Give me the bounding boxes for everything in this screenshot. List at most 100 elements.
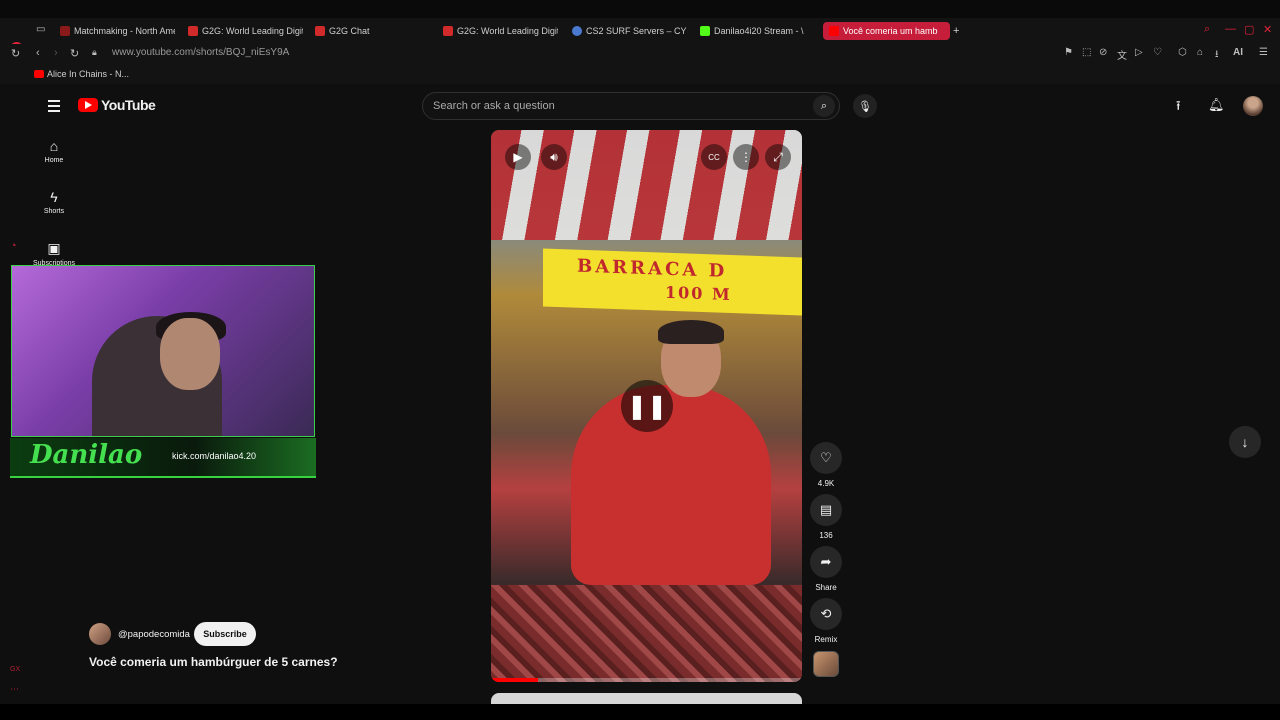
shorts-icon: ϟ (50, 189, 58, 205)
tab-4[interactable]: G2G: World Leading Digita (443, 22, 558, 40)
profile-icon[interactable]: ⌂ (1197, 47, 1203, 58)
channel-name[interactable]: @papodecomida (118, 629, 190, 640)
shorts-player[interactable]: BARRACA D 100 M ▶ 🔊︎ CC ⋮ ⤢ ❚❚ (491, 130, 802, 682)
url-field[interactable]: www.youtube.com/shorts/BQJ_niEsY9A (112, 47, 289, 58)
kick-icon (700, 26, 710, 36)
bookmark-item[interactable]: Alice In Chains - N... (34, 69, 129, 79)
share-label: Share (815, 583, 837, 592)
share-button[interactable]: ➦ (810, 546, 842, 578)
stream-banner: Danilao kick.com/danilao4.20 (10, 438, 316, 478)
tab-bar: ▭ Matchmaking - North Amer G2G: World Le… (0, 18, 1280, 55)
g2g-icon (443, 26, 453, 36)
minimize-icon[interactable]: — (1225, 23, 1236, 35)
remix-button[interactable]: ⟲ (810, 598, 842, 630)
youtube-icon (78, 98, 98, 112)
like-button[interactable]: ♡ (810, 442, 842, 474)
remix-icon: ⟲ (820, 606, 832, 621)
video-awning (491, 130, 802, 240)
captions-icon[interactable]: CC (701, 144, 727, 170)
progress-bar[interactable] (491, 678, 802, 682)
g2g-icon (315, 26, 325, 36)
workspaces-icon[interactable]: ▭ (36, 24, 45, 35)
subscriptions-icon: ▣ (47, 240, 61, 256)
channel-avatar[interactable] (89, 623, 111, 645)
bookmark-icon[interactable]: ⚑ (1064, 47, 1073, 58)
play-icon[interactable]: ▶ (505, 144, 531, 170)
like-count: 4.9K (817, 479, 835, 488)
window-bottom-strip (0, 704, 1280, 720)
play-icon[interactable]: ▷ (1135, 47, 1143, 58)
tab-3[interactable]: G2G Chat (315, 22, 430, 40)
avatar[interactable] (1243, 96, 1263, 116)
forward-icon[interactable]: › (54, 47, 58, 59)
more-options-icon[interactable]: ⋮ (733, 144, 759, 170)
snapshot-icon[interactable]: ⬚ (1082, 47, 1091, 58)
search-tabs-icon[interactable]: ⌕ (1204, 23, 1210, 36)
fullscreen-icon[interactable]: ⤢ (765, 144, 791, 170)
youtube-icon (829, 26, 839, 36)
new-tab-button[interactable]: + (953, 22, 959, 40)
webcam-overlay (11, 265, 315, 437)
tab-5[interactable]: CS2 SURF Servers – CYBE (572, 22, 687, 40)
kick-url: kick.com/danilao4.20 (172, 451, 257, 461)
cs2-icon (572, 26, 582, 36)
mic-icon[interactable]: 🎙︎ (853, 94, 877, 118)
like-icon: ♡ (820, 450, 832, 465)
gx-icon[interactable]: GX (10, 666, 20, 673)
download-icon[interactable]: ⭳ (1215, 47, 1219, 64)
heart-icon[interactable]: ♡ (1153, 47, 1162, 58)
sidebar-item-subscriptions[interactable]: ▣ Subscriptions (31, 240, 77, 267)
youtube-icon (34, 70, 44, 78)
more-icon[interactable]: ⋯ (10, 684, 19, 695)
tab-6[interactable]: Danilao4i20 Stream - \ (700, 22, 815, 40)
next-short-button[interactable]: ↓ (1229, 426, 1261, 458)
speed-dial-icon[interactable]: ◔ (10, 240, 17, 252)
sound-thumbnail[interactable] (813, 651, 839, 677)
translate-icon[interactable]: 文 (1117, 47, 1127, 62)
arrow-down-icon: ↓ (1241, 434, 1249, 450)
menu-icon[interactable] (48, 100, 60, 115)
ai-button[interactable]: AI (1233, 47, 1243, 58)
volume-icon[interactable]: 🔊︎ (541, 144, 567, 170)
lock-icon: 🔒︎ (92, 47, 97, 57)
streamer-head (160, 318, 220, 390)
video-sign: BARRACA D 100 M (543, 248, 802, 316)
search-input[interactable]: Search or ask a question (422, 92, 840, 120)
g2g-icon (188, 26, 198, 36)
scrollbar-rail[interactable] (1270, 84, 1280, 704)
sidebar-item-home[interactable]: ⌂ Home (40, 138, 68, 164)
back-icon[interactable]: ‹ (36, 47, 40, 59)
search-icon[interactable]: ⌕ (813, 95, 835, 117)
share-icon: ➦ (820, 554, 832, 569)
comment-count: 136 (819, 531, 833, 540)
notifications-icon[interactable]: 🔔︎ (1208, 97, 1225, 113)
next-short-preview[interactable] (491, 693, 802, 704)
subscribe-button[interactable]: Subscribe (194, 622, 256, 646)
youtube-logo[interactable]: YouTube (78, 97, 156, 113)
pause-icon[interactable]: ❚❚ (621, 380, 673, 432)
video-person-hair (658, 320, 724, 344)
upload-icon[interactable]: ⭱ (1176, 97, 1181, 119)
streamer-signature: Danilao (30, 440, 143, 470)
comment-icon: ▤ (819, 502, 833, 517)
refresh-icon[interactable]: ↻ (70, 47, 79, 60)
sidebar-item-shorts[interactable]: ϟ Shorts (40, 189, 68, 215)
progress-fill (491, 678, 538, 682)
menu-icon[interactable]: ☰ (1259, 47, 1268, 58)
maximize-icon[interactable]: ▢ (1244, 23, 1254, 36)
remix-label: Remix (814, 635, 838, 644)
bookmarks-bar (0, 66, 1280, 84)
comments-button[interactable]: ▤ (810, 494, 842, 526)
reload-icon[interactable]: ↻ (11, 47, 20, 60)
tab-1[interactable]: Matchmaking - North Amer (60, 22, 175, 40)
matchmaking-icon (60, 26, 70, 36)
video-grill (491, 585, 802, 682)
extensions-icon[interactable]: ⬡ (1178, 47, 1187, 58)
home-icon: ⌂ (49, 138, 59, 154)
tab-2[interactable]: G2G: World Leading Digita (188, 22, 303, 40)
video-title[interactable]: Você comeria um hambúrguer de 5 carnes? (89, 655, 338, 669)
adblock-icon[interactable]: ⊘ (1099, 47, 1107, 58)
close-window-icon[interactable]: ✕ (1263, 23, 1272, 36)
window-top-strip (0, 0, 1280, 18)
tab-active[interactable]: Você comeria um hamb (823, 22, 950, 40)
